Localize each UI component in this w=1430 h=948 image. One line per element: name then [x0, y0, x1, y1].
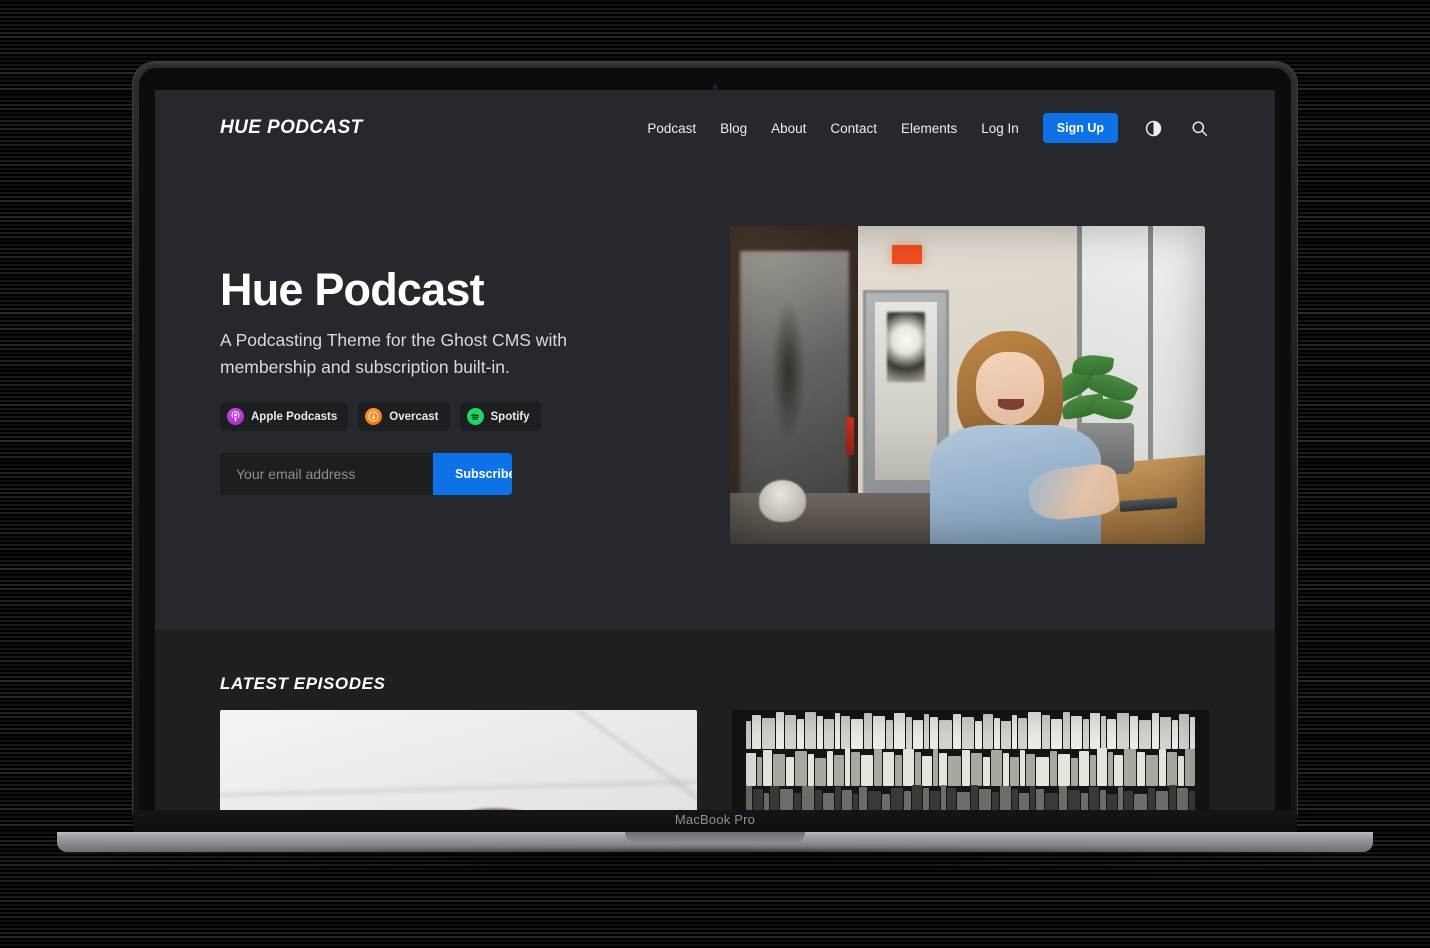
episode-card-grid [155, 710, 1275, 810]
latest-episodes-heading: LATEST EPISODES [220, 674, 386, 693]
laptop-drop-shadow [100, 850, 1330, 876]
site-header: HUE PODCAST Podcast Blog About Contact E… [155, 90, 1275, 166]
podcast-platform-badges: Apple Podcasts Overcast Spotify [220, 402, 690, 432]
apple-podcasts-icon [227, 408, 244, 426]
episode-card[interactable] [732, 710, 1209, 810]
hero-subtitle: A Podcasting Theme for the Ghost CMS wit… [220, 330, 567, 377]
nav-link-elements[interactable]: Elements [901, 121, 957, 136]
overcast-badge[interactable]: Overcast [358, 402, 450, 432]
search-icon[interactable] [1188, 117, 1210, 139]
episode-card[interactable] [220, 710, 697, 810]
overcast-icon [365, 408, 383, 426]
site-logo[interactable]: HUE PODCAST [220, 117, 363, 139]
nav-link-blog[interactable]: Blog [720, 121, 747, 136]
laptop-base [57, 832, 1373, 852]
nav-link-login[interactable]: Log In [981, 121, 1019, 136]
hero-image [730, 226, 1205, 544]
cafe-portrait-photo [730, 226, 1205, 544]
nav-link-podcast[interactable]: Podcast [647, 121, 696, 136]
hero-section: HUE PODCAST Podcast Blog About Contact E… [155, 90, 1275, 630]
primary-navigation: Podcast Blog About Contact Elements Log … [647, 113, 1210, 143]
laptop-bottom-bezel: MacBook Pro [133, 810, 1297, 832]
device-model-label: MacBook Pro [674, 812, 756, 827]
laptop-base-notch [625, 832, 805, 844]
overcast-label: Overcast [389, 410, 439, 423]
hero-content: Hue Podcast A Podcasting Theme for the G… [155, 166, 1275, 544]
subscribe-form: Subscribe [220, 453, 512, 496]
spotify-icon [466, 408, 484, 426]
email-input[interactable] [220, 453, 433, 496]
spotify-badge[interactable]: Spotify [459, 402, 541, 432]
nav-link-about[interactable]: About [771, 121, 806, 136]
sign-up-button[interactable]: Sign Up [1042, 113, 1118, 143]
laptop-screen: HUE PODCAST Podcast Blog About Contact E… [155, 90, 1275, 810]
apple-podcasts-badge[interactable]: Apple Podcasts [220, 402, 349, 432]
contrast-icon[interactable] [1142, 117, 1164, 139]
latest-episodes-section: LATEST EPISODES [155, 630, 1275, 810]
website-viewport: HUE PODCAST Podcast Blog About Contact E… [155, 90, 1275, 810]
page-title: Hue Podcast [220, 264, 485, 315]
apple-podcasts-label: Apple Podcasts [251, 410, 338, 423]
episode-thumbnail-1 [220, 710, 697, 810]
hero-text-column: Hue Podcast A Podcasting Theme for the G… [220, 218, 690, 544]
hero-image-column [730, 218, 1210, 544]
nav-link-contact[interactable]: Contact [830, 121, 877, 136]
spotify-label: Spotify [490, 410, 530, 423]
subscribe-button[interactable]: Subscribe [433, 453, 512, 496]
episode-thumbnail-2 [732, 710, 1209, 810]
macbook-pro-mockup: HUE PODCAST Podcast Blog About Contact E… [0, 0, 1430, 948]
